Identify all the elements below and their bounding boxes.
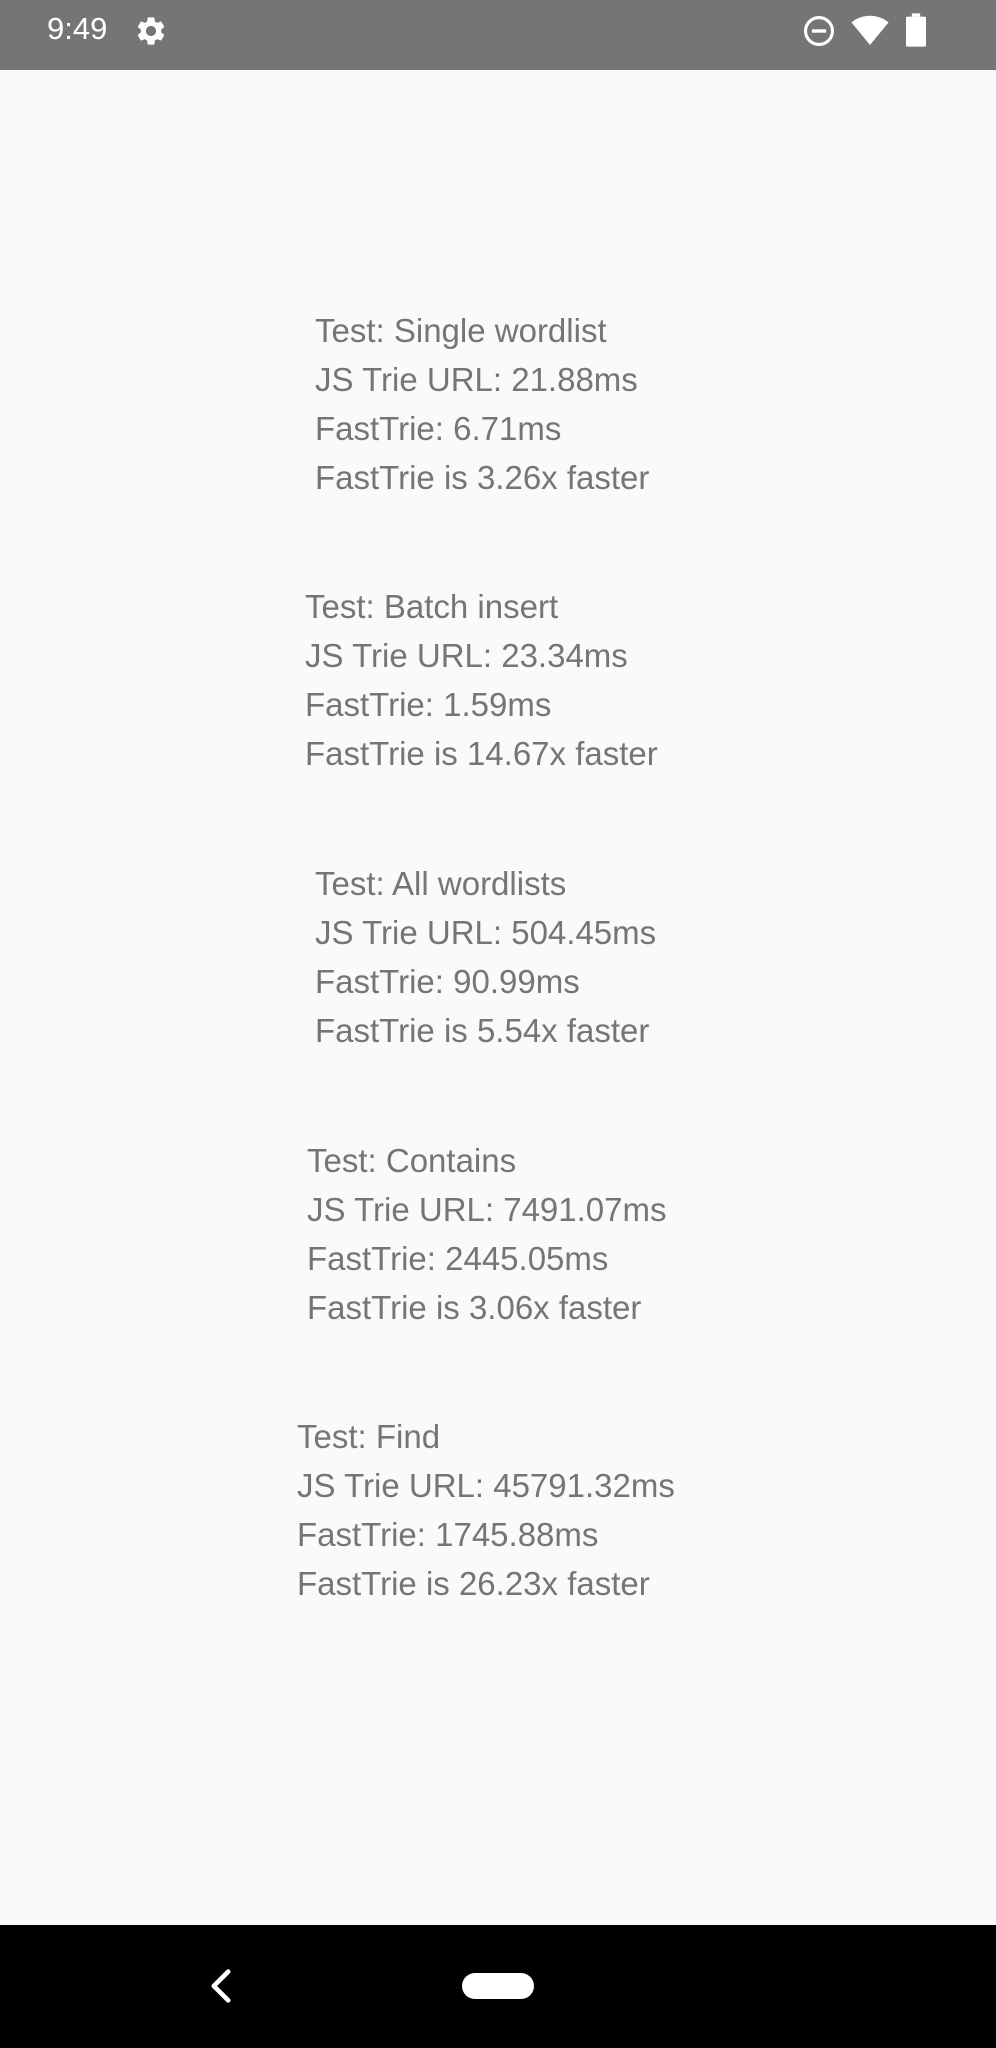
test-result-block: Test: Batch insert JS Trie URL: 23.34ms … — [305, 582, 658, 778]
test-result-block: Test: All wordlists JS Trie URL: 504.45m… — [315, 859, 656, 1055]
battery-icon — [906, 13, 926, 47]
wifi-icon — [851, 15, 889, 46]
benchmark-results: Test: Single wordlist JS Trie URL: 21.88… — [0, 70, 996, 1925]
speedup-summary: FastTrie is 26.23x faster — [297, 1565, 650, 1602]
home-pill-icon[interactable] — [462, 1973, 534, 1999]
status-bar: 9:49 — [0, 0, 996, 70]
js-trie-time: JS Trie URL: 21.88ms — [315, 361, 638, 398]
test-result-block: Test: Find JS Trie URL: 45791.32ms FastT… — [297, 1412, 675, 1608]
speedup-summary: FastTrie is 3.06x faster — [307, 1289, 642, 1326]
js-trie-time: JS Trie URL: 504.45ms — [315, 914, 657, 951]
test-title: Test: Batch insert — [305, 588, 559, 625]
js-trie-time: JS Trie URL: 7491.07ms — [307, 1191, 667, 1228]
test-title: Test: All wordlists — [315, 865, 567, 902]
do-not-disturb-icon — [803, 15, 835, 47]
test-result-block: Test: Contains JS Trie URL: 7491.07ms Fa… — [307, 1136, 667, 1332]
js-trie-time: JS Trie URL: 45791.32ms — [297, 1467, 675, 1504]
fast-trie-time: FastTrie: 6.71ms — [315, 410, 562, 447]
speedup-summary: FastTrie is 5.54x faster — [315, 1012, 650, 1049]
js-trie-time: JS Trie URL: 23.34ms — [305, 637, 628, 674]
test-result-block: Test: Single wordlist JS Trie URL: 21.88… — [315, 306, 649, 502]
speedup-summary: FastTrie is 14.67x faster — [305, 735, 658, 772]
test-title: Test: Find — [297, 1418, 441, 1455]
gear-icon — [137, 17, 165, 45]
fast-trie-time: FastTrie: 90.99ms — [315, 963, 580, 1000]
status-time: 9:49 — [47, 11, 108, 46]
fast-trie-time: FastTrie: 1745.88ms — [297, 1516, 599, 1553]
fast-trie-time: FastTrie: 2445.05ms — [307, 1240, 609, 1277]
navigation-bar — [0, 1925, 996, 2048]
test-title: Test: Single wordlist — [315, 312, 607, 349]
back-icon[interactable] — [208, 1968, 234, 2004]
test-title: Test: Contains — [307, 1142, 517, 1179]
fast-trie-time: FastTrie: 1.59ms — [305, 686, 552, 723]
speedup-summary: FastTrie is 3.26x faster — [315, 459, 650, 496]
